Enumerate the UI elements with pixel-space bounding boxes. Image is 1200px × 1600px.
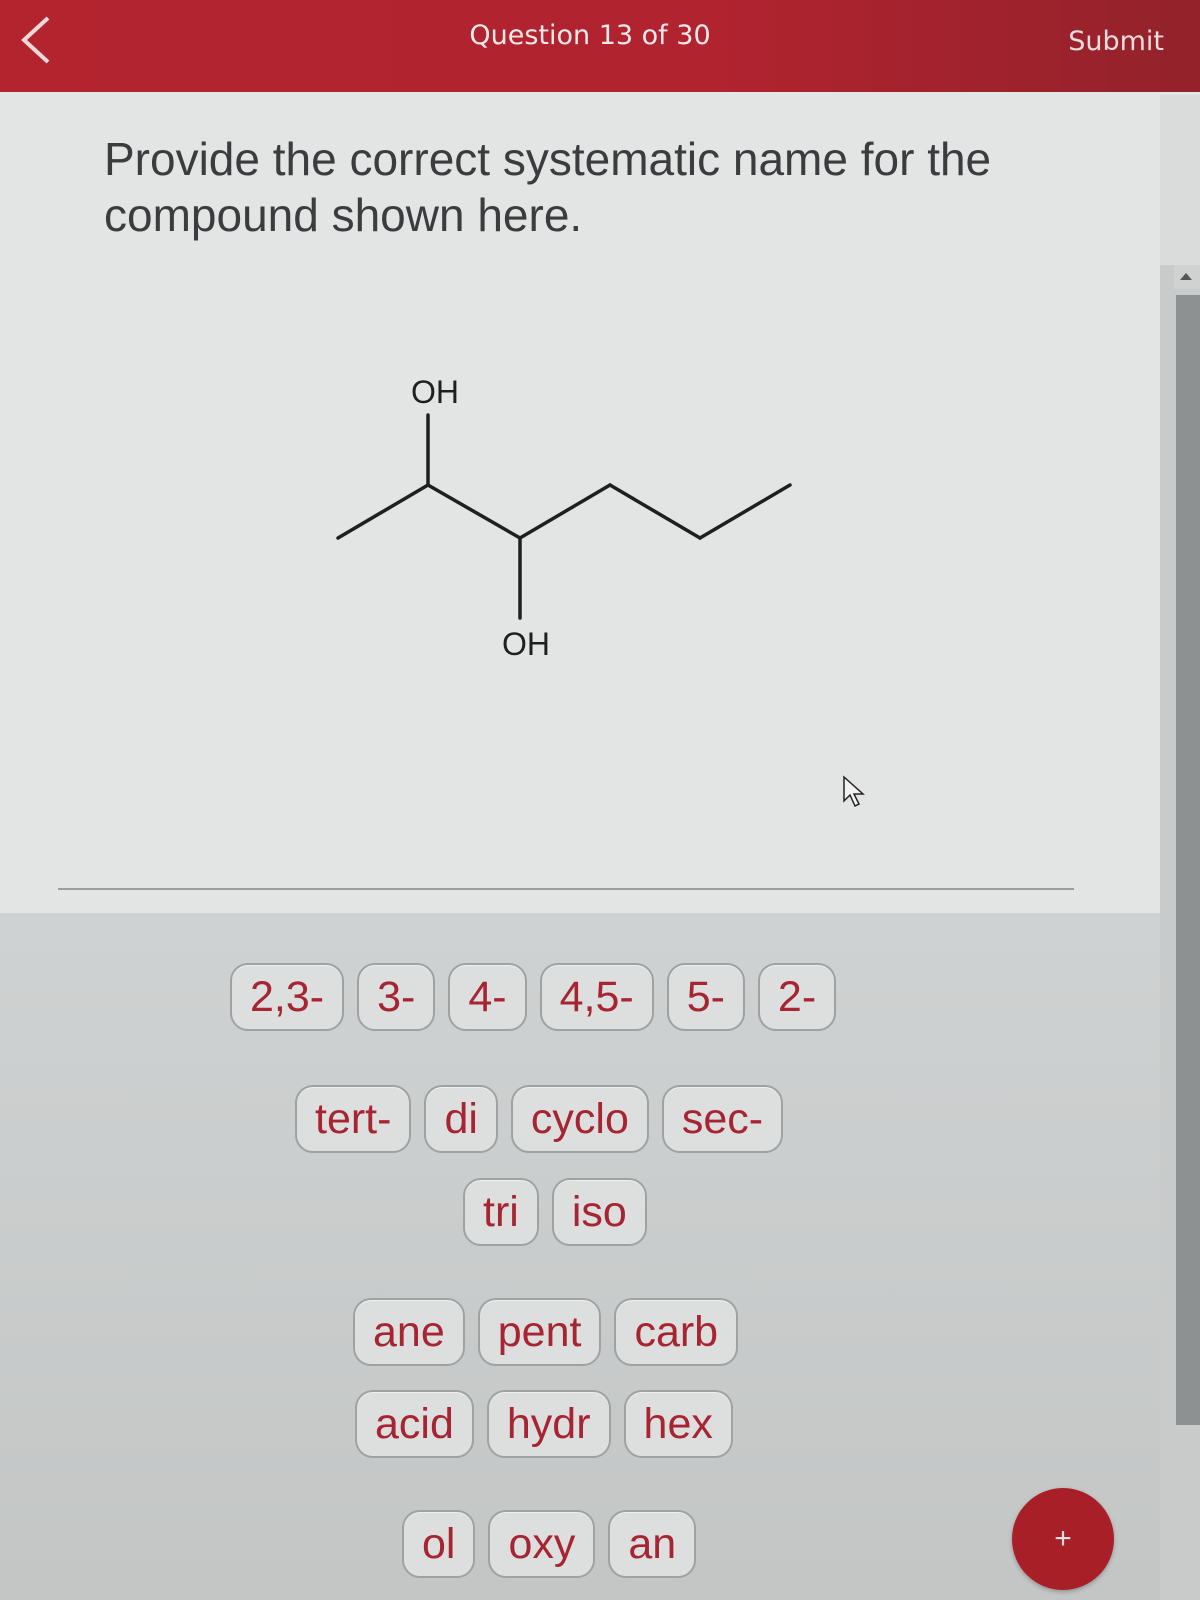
bond <box>518 483 612 540</box>
tile-locant[interactable]: 5- <box>666 963 745 1031</box>
bond <box>426 483 522 540</box>
scroll-thumb[interactable] <box>1176 295 1200 1425</box>
plus-icon: + <box>1054 1522 1072 1555</box>
question-prompt: Provide the correct systematic name for … <box>104 133 992 241</box>
bond <box>336 483 430 540</box>
hydroxyl-label-bottom: OH <box>502 626 550 662</box>
tile-prefix[interactable]: sec- <box>661 1085 784 1153</box>
tile-root[interactable]: acid <box>355 1390 474 1458</box>
top-bar: Question 13 of 30 Submit <box>0 0 1200 95</box>
prefix-row-1: tert- di cyclo sec- <box>295 1085 784 1153</box>
tile-locant[interactable]: 2,3- <box>230 963 345 1031</box>
question-counter: Question 13 of 30 <box>469 20 711 51</box>
scrollbar[interactable] <box>1160 265 1200 1600</box>
tile-locant[interactable]: 3- <box>357 963 436 1031</box>
submit-button[interactable]: Submit <box>1068 26 1164 57</box>
tile-root[interactable]: carb <box>614 1298 739 1366</box>
add-button[interactable]: + <box>1012 1488 1114 1590</box>
divider <box>58 888 1074 890</box>
hydroxyl-label-top: OH <box>411 374 459 410</box>
bond <box>608 483 702 540</box>
tile-prefix[interactable]: di <box>424 1085 498 1153</box>
tile-locant[interactable]: 4,5- <box>539 963 654 1031</box>
locant-row: 2,3- 3- 4- 4,5- 5- 2- <box>230 963 837 1031</box>
tile-prefix[interactable]: tert- <box>295 1085 412 1153</box>
tile-suffix[interactable]: oxy <box>488 1510 596 1578</box>
prefix-row-2: tri iso <box>463 1178 647 1246</box>
tile-locant[interactable]: 2- <box>757 963 837 1031</box>
root-row-1: ane pent carb <box>353 1298 739 1366</box>
answer-tiles-area: 2,3- 3- 4- 4,5- 5- 2- tert- di cyclo sec… <box>0 913 1160 1600</box>
tile-prefix[interactable]: tri <box>463 1178 539 1246</box>
tile-root[interactable]: ane <box>353 1298 465 1366</box>
tile-suffix[interactable]: an <box>608 1510 697 1578</box>
mouse-cursor-icon <box>843 775 865 808</box>
tile-prefix[interactable]: cyclo <box>510 1085 649 1153</box>
tile-root[interactable]: hydr <box>486 1390 611 1458</box>
tile-root[interactable]: pent <box>477 1298 602 1366</box>
root-row-2: acid hydr hex <box>355 1390 733 1458</box>
tile-root[interactable]: hex <box>623 1390 733 1458</box>
question-area: Provide the correct systematic name for … <box>0 95 1160 913</box>
scroll-up-arrow-icon[interactable] <box>1174 265 1200 289</box>
tile-suffix[interactable]: ol <box>402 1510 476 1578</box>
bond <box>698 483 792 540</box>
molecule-structure: OH OH <box>336 374 792 662</box>
suffix-row: ol oxy an <box>402 1510 697 1578</box>
tile-locant[interactable]: 4- <box>448 963 527 1031</box>
tile-prefix[interactable]: iso <box>551 1178 647 1246</box>
